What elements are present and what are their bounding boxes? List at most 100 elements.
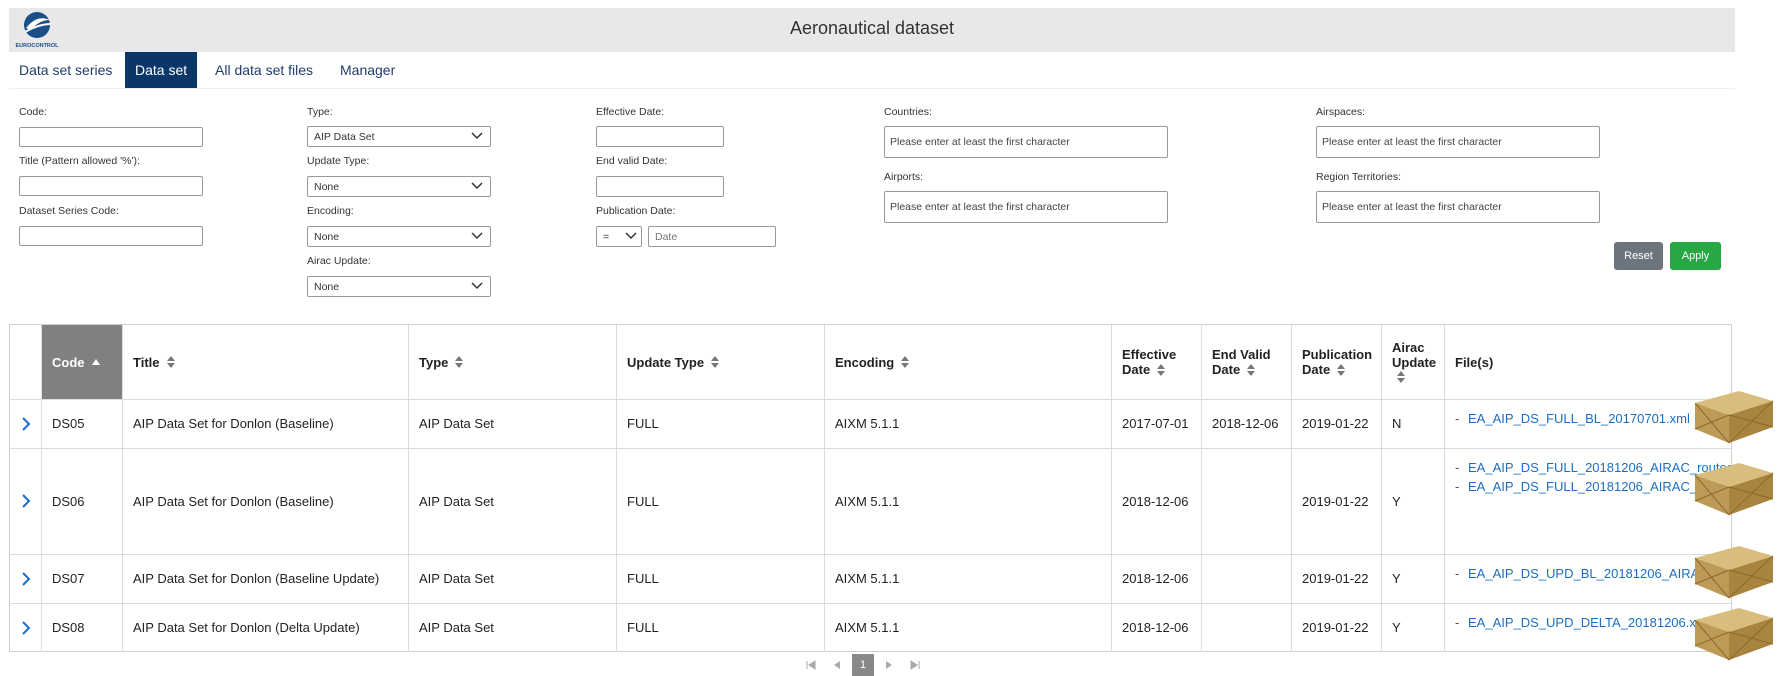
cell-title: AIP Data Set for Donlon (Baseline) [122,399,408,448]
cell-type: AIP Data Set [408,399,616,448]
chevron-right-icon [21,571,30,586]
title-input[interactable] [19,176,203,196]
expand-row-button[interactable] [10,554,41,603]
cell-title: AIP Data Set for Donlon (Baseline) [122,448,408,554]
cell-end-valid-date: 2018-12-06 [1201,399,1291,448]
header-encoding[interactable]: Encoding [824,325,1111,399]
cell-effective-date: 2018-12-06 [1111,603,1201,652]
package-icon[interactable] [1691,540,1777,600]
effective-date-input[interactable] [596,126,724,147]
cell-publication-date: 2019-01-22 [1291,399,1381,448]
expand-row-button[interactable] [10,448,41,554]
cell-code: DS08 [41,603,122,652]
file-item: - EA_AIP_DS_UPD_DELTA_20181206.xml [1455,613,1718,632]
cell-end-valid-date [1201,554,1291,603]
package-icon[interactable] [1691,602,1777,662]
cell-update-type: FULL [616,399,824,448]
cell-files: -EA_AIP_DS_FULL_20181206_AIRAC_routes_ai… [1444,448,1731,554]
header-title[interactable]: Title [122,325,408,399]
tab-manager[interactable]: Manager [330,52,405,88]
code-input[interactable] [19,127,203,147]
cell-type: AIP Data Set [408,448,616,554]
tab-data-set[interactable]: Data set [125,52,198,88]
cell-encoding: AIXM 5.1.1 [824,399,1111,448]
type-select-value: AIP Data Set [314,131,375,143]
chevron-right-icon [21,620,30,635]
last-page-button[interactable] [904,654,926,676]
header-airac-update[interactable]: Airac Update [1381,325,1444,399]
file-link[interactable]: EA_AIP_DS_FULL_20181206_AIRAC_airports.x… [1468,477,1731,496]
cell-files: - EA_AIP_DS_UPD_DELTA_20181206.xml [1444,603,1731,652]
file-item: - EA_AIP_DS_UPD_BL_20181206_AIRAC.xml [1455,564,1731,583]
file-link[interactable]: EA_AIP_DS_FULL_BL_20170701.xml [1468,409,1708,428]
airac-update-select[interactable]: None [307,276,491,297]
cell-effective-date: 2018-12-06 [1111,554,1201,603]
encoding-select[interactable]: None [307,226,491,247]
header-encoding-label: Encoding [835,354,895,370]
dataset-series-code-input[interactable] [19,226,203,246]
apply-button[interactable]: Apply [1670,242,1721,270]
file-link[interactable]: EA_AIP_DS_UPD_BL_20181206_AIRAC.xml [1468,564,1731,583]
cell-code: DS05 [41,399,122,448]
svg-text:EUROCONTROL: EUROCONTROL [15,43,59,49]
last-page-icon [910,660,920,670]
header-publication-date[interactable]: Publication Date [1291,325,1381,399]
expand-row-button[interactable] [10,603,41,652]
cell-code: DS06 [41,448,122,554]
previous-page-icon [834,661,840,669]
expand-row-button[interactable] [10,399,41,448]
sort-ascending-icon [91,359,100,365]
file-link[interactable]: EA_AIP_DS_UPD_DELTA_20181206.xml [1468,613,1718,632]
airspaces-label: Airspaces: [1316,106,1366,118]
publication-date-input[interactable] [648,226,776,247]
header-update-type[interactable]: Update Type [616,325,824,399]
header-airac-label-1: Airac [1392,340,1425,355]
tab-data-set-series[interactable]: Data set series [9,52,122,88]
reset-button[interactable]: Reset [1614,242,1663,270]
page-number-button[interactable]: 1 [852,654,874,676]
airspaces-input[interactable]: Please enter at least the first characte… [1316,126,1600,158]
dataset-series-code-label: Dataset Series Code: [19,205,119,217]
table-row: DS08 AIP Data Set for Donlon (Delta Upda… [10,603,1731,652]
app-title: Aeronautical dataset [789,18,955,38]
cell-airac-update: Y [1381,603,1444,652]
sort-icon [1337,364,1346,377]
airports-input[interactable]: Please enter at least the first characte… [884,191,1168,223]
countries-label: Countries: [884,106,932,118]
publication-operator-value: = [603,231,610,243]
next-page-button[interactable] [878,654,900,676]
region-territories-input[interactable]: Please enter at least the first characte… [1316,191,1600,223]
update-type-select[interactable]: None [307,176,491,197]
header-publication-label-2: Date [1302,361,1331,377]
sort-icon [1397,371,1405,383]
previous-page-button[interactable] [826,654,848,676]
first-page-button[interactable] [800,654,822,676]
publication-operator-select[interactable]: = [596,226,642,247]
package-icon[interactable] [1691,457,1777,517]
end-valid-date-input[interactable] [596,176,724,197]
tab-all-data-set-files[interactable]: All data set files [205,52,323,88]
cell-end-valid-date [1201,603,1291,652]
chevron-down-icon [471,132,483,140]
cell-type: AIP Data Set [408,554,616,603]
header-code[interactable]: Code [41,325,122,399]
effective-date-label: Effective Date: [596,106,665,118]
header-type[interactable]: Type [408,325,616,399]
header-endvalid-label-1: End Valid [1212,346,1271,362]
next-page-icon [886,661,892,669]
header-effective-date[interactable]: Effective Date [1111,325,1201,399]
table-header-row: Code Title Type Update Type Encoding Eff… [10,325,1731,400]
countries-input[interactable]: Please enter at least the first characte… [884,126,1168,158]
header-update-type-label: Update Type [627,354,705,370]
header-end-valid-date[interactable]: End Valid Date [1201,325,1291,399]
file-link[interactable]: EA_AIP_DS_FULL_20181206_AIRAC_routes_air… [1468,458,1731,477]
region-territories-label: Region Territories: [1316,171,1402,183]
update-type-label: Update Type: [307,155,370,167]
file-item: -EA_AIP_DS_FULL_20181206_AIRAC_routes_ai… [1455,458,1731,477]
header-type-label: Type [419,354,449,370]
package-icon[interactable] [1691,385,1777,445]
type-select[interactable]: AIP Data Set [307,126,491,147]
cell-publication-date: 2019-01-22 [1291,448,1381,554]
cell-end-valid-date [1201,448,1291,554]
first-page-icon [806,660,816,670]
